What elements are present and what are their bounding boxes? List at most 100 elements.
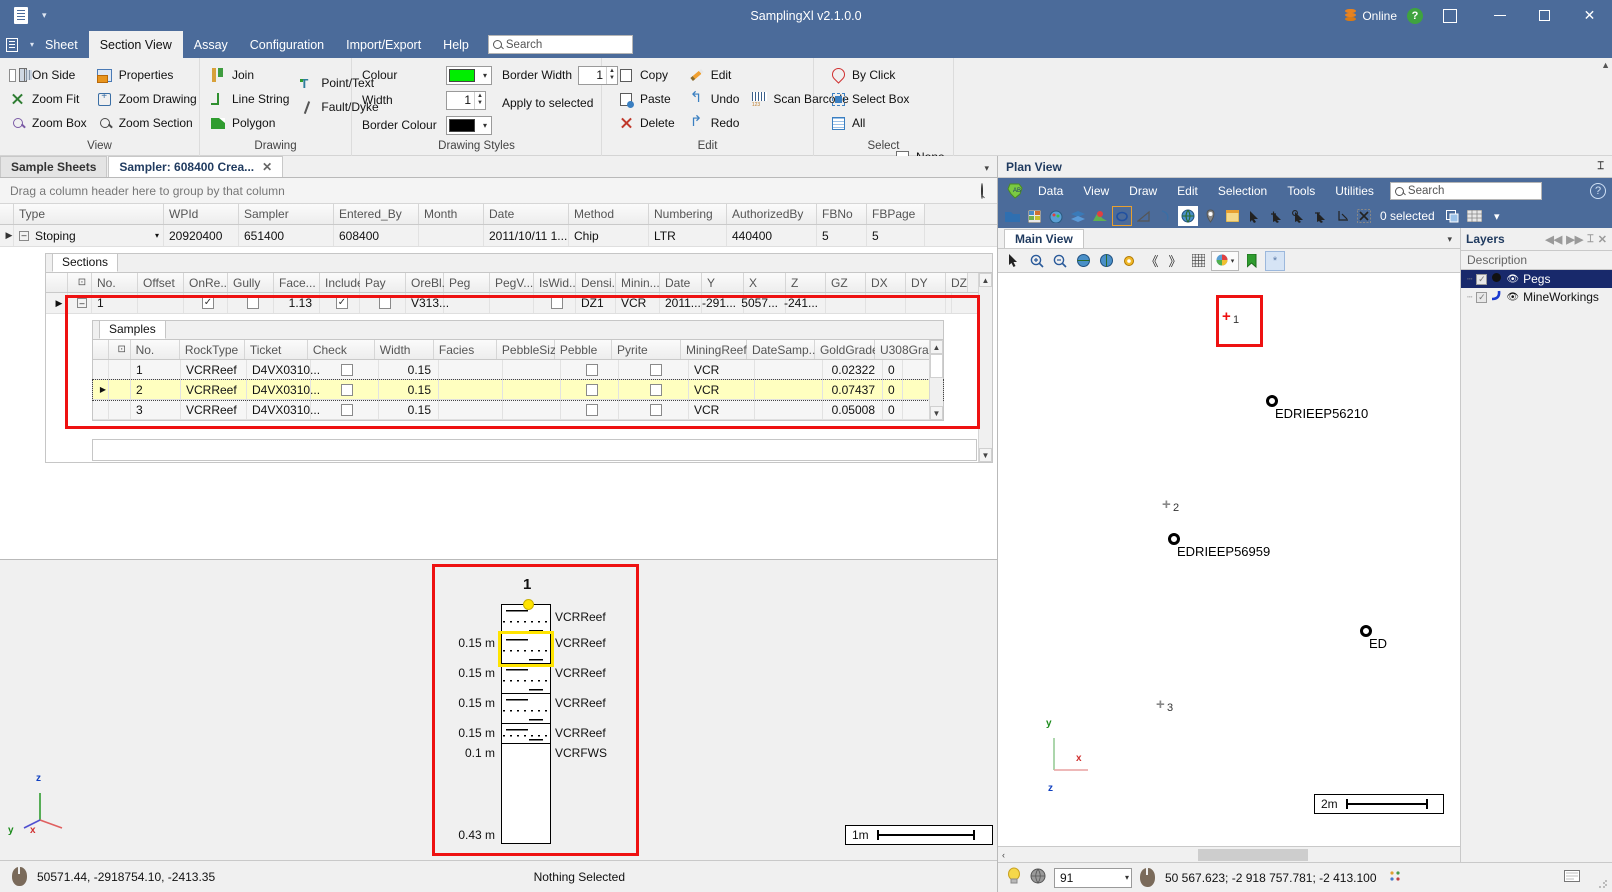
resize-grip[interactable] xyxy=(1598,879,1608,889)
ribbon-collapse-icon[interactable]: ▲ xyxy=(1601,60,1610,70)
table-cell[interactable]: VCRReef xyxy=(181,400,247,419)
globe-left-icon[interactable] xyxy=(1073,251,1093,271)
close-button[interactable]: ✕ xyxy=(1567,0,1612,31)
select-remove-icon[interactable] xyxy=(1288,206,1308,226)
samples-column-header[interactable]: No. xyxy=(131,340,180,359)
table-cell[interactable]: 0.02322 xyxy=(823,360,883,379)
delete-button[interactable]: Delete xyxy=(614,111,681,135)
bookmark-icon[interactable] xyxy=(1242,251,1262,271)
globe-view-icon[interactable] xyxy=(1178,206,1198,226)
color-scheme-icon[interactable]: ▾ xyxy=(1211,251,1239,271)
select-add-icon[interactable] xyxy=(1266,206,1286,226)
menu-item-help[interactable]: Help xyxy=(432,32,480,58)
sections-column-header[interactable]: Minin... xyxy=(616,273,660,292)
select-toggle-icon[interactable] xyxy=(1310,206,1330,226)
sections-cell[interactable] xyxy=(826,293,866,313)
table-cell[interactable] xyxy=(619,380,689,399)
column-header[interactable]: Entered_By xyxy=(334,204,419,224)
table-cell[interactable] xyxy=(619,360,689,379)
open-folder-icon[interactable] xyxy=(1002,206,1022,226)
globe-icon[interactable] xyxy=(1030,868,1046,887)
sections-column-header[interactable]: OnRe... xyxy=(184,273,228,292)
column-header[interactable]: Sampler xyxy=(239,204,334,224)
sections-cell[interactable] xyxy=(906,293,946,313)
section-layer[interactable] xyxy=(501,744,551,844)
table-cell[interactable] xyxy=(439,400,503,419)
section-layer[interactable] xyxy=(501,694,551,724)
samples-column-header[interactable]: MiningReef xyxy=(681,340,747,359)
section-start-marker[interactable] xyxy=(523,599,534,610)
polygon-button[interactable]: Polygon xyxy=(206,111,295,135)
zoom-in-icon[interactable] xyxy=(1027,251,1047,271)
pv-menu-draw[interactable]: Draw xyxy=(1119,184,1167,198)
samples-column-header[interactable]: Width xyxy=(375,340,434,359)
sections-column-header[interactable]: Z xyxy=(786,273,826,292)
undo-button[interactable]: Undo xyxy=(685,87,746,111)
grid-icon[interactable] xyxy=(1188,251,1208,271)
help-circle-icon[interactable]: ? xyxy=(1407,8,1423,24)
copy-button[interactable]: Copy xyxy=(614,63,681,87)
sections-column-header[interactable]: Include xyxy=(320,273,360,292)
sections-cell[interactable]: 1.13 xyxy=(274,293,320,313)
asterisk-icon[interactable]: * xyxy=(1265,251,1285,271)
sections-column-header[interactable]: Gully xyxy=(228,273,274,292)
table-cell[interactable] xyxy=(311,360,379,379)
table-cell[interactable] xyxy=(503,360,561,379)
sections-cell[interactable]: 2011... xyxy=(660,293,702,313)
table-cell[interactable] xyxy=(755,360,823,379)
sections-cell[interactable]: 5057... xyxy=(744,293,786,313)
next-icon[interactable]: ▶▶ xyxy=(1566,233,1583,246)
plan-view-help-icon[interactable]: ? xyxy=(1590,183,1606,199)
clear-selection-icon[interactable] xyxy=(1354,206,1374,226)
sections-column-header[interactable]: Date xyxy=(660,273,702,292)
tab-overflow-caret-icon[interactable]: ▾ xyxy=(984,163,989,174)
sections-cell[interactable]: ✓ xyxy=(184,293,228,313)
table-cell[interactable] xyxy=(439,360,503,379)
zoom-out-icon[interactable] xyxy=(1050,251,1070,271)
sections-column-header[interactable]: Offset xyxy=(138,273,184,292)
table-cell[interactable]: 0.07437 xyxy=(823,380,883,399)
samples-column-header[interactable]: Check xyxy=(308,340,375,359)
select-box-button[interactable]: Select Box xyxy=(826,87,915,111)
tab-sampler[interactable]: Sampler: 608400 Crea... ✕ xyxy=(108,156,283,177)
globe-right-icon[interactable] xyxy=(1096,251,1116,271)
table-cell[interactable]: D4VX0310... xyxy=(247,380,311,399)
section-layer[interactable] xyxy=(501,634,551,664)
toolbar-overflow-icon[interactable]: ▾ xyxy=(1487,206,1507,226)
table-cell[interactable] xyxy=(439,380,503,399)
hscroll-thumb[interactable] xyxy=(1198,849,1308,861)
samples-column-header[interactable]: Pyrite xyxy=(612,340,681,359)
spreadsheet-icon[interactable] xyxy=(1024,206,1044,226)
quick-access-caret-icon[interactable]: ▾ xyxy=(42,10,47,21)
table-cell[interactable]: 1 xyxy=(131,360,181,379)
map-pin-icon[interactable] xyxy=(1200,206,1220,226)
table-cell[interactable]: 2 xyxy=(131,380,181,399)
table-cell[interactable] xyxy=(561,400,619,419)
sections-cell[interactable] xyxy=(138,293,184,313)
table-cell[interactable]: 608400 xyxy=(334,225,419,246)
table-cell[interactable]: D4VX0310... xyxy=(247,360,311,379)
table-cell[interactable]: –Stoping▾ xyxy=(14,225,164,246)
apply-to-selected-button[interactable]: Apply to selected xyxy=(502,96,593,110)
section-layer[interactable] xyxy=(501,724,551,744)
select-all-button[interactable]: All xyxy=(826,111,915,135)
close-icon[interactable]: ✕ xyxy=(1598,233,1607,246)
outline-icon[interactable] xyxy=(1112,206,1132,226)
table-cell[interactable]: 440400 xyxy=(727,225,817,246)
menu-item-assay[interactable]: Assay xyxy=(183,32,239,58)
table-row[interactable]: 1VCRReefD4VX0310...0.15VCR0.023220 xyxy=(93,360,943,380)
ribbon-display-options-icon[interactable] xyxy=(1437,6,1463,26)
menu-item-section-view[interactable]: Section View xyxy=(89,31,183,58)
palette-icon[interactable] xyxy=(1046,206,1066,226)
samples-column-header[interactable]: Pebble xyxy=(555,340,612,359)
collapse-left-icon[interactable]: 《 xyxy=(1142,251,1162,271)
note-status-icon[interactable] xyxy=(1564,870,1580,885)
row-expand-cell[interactable] xyxy=(109,360,131,379)
sections-cell[interactable] xyxy=(444,293,490,313)
minimize-button[interactable] xyxy=(1477,0,1522,31)
sections-collapse-button[interactable]: – xyxy=(68,293,92,313)
table-row[interactable]: 3VCRReefD4VX0310...0.15VCR0.050080 xyxy=(93,400,943,420)
colour-picker[interactable]: ▾ xyxy=(446,66,492,85)
table-cell[interactable]: 2011/10/11 1... xyxy=(484,225,569,246)
section-layer[interactable] xyxy=(501,664,551,694)
